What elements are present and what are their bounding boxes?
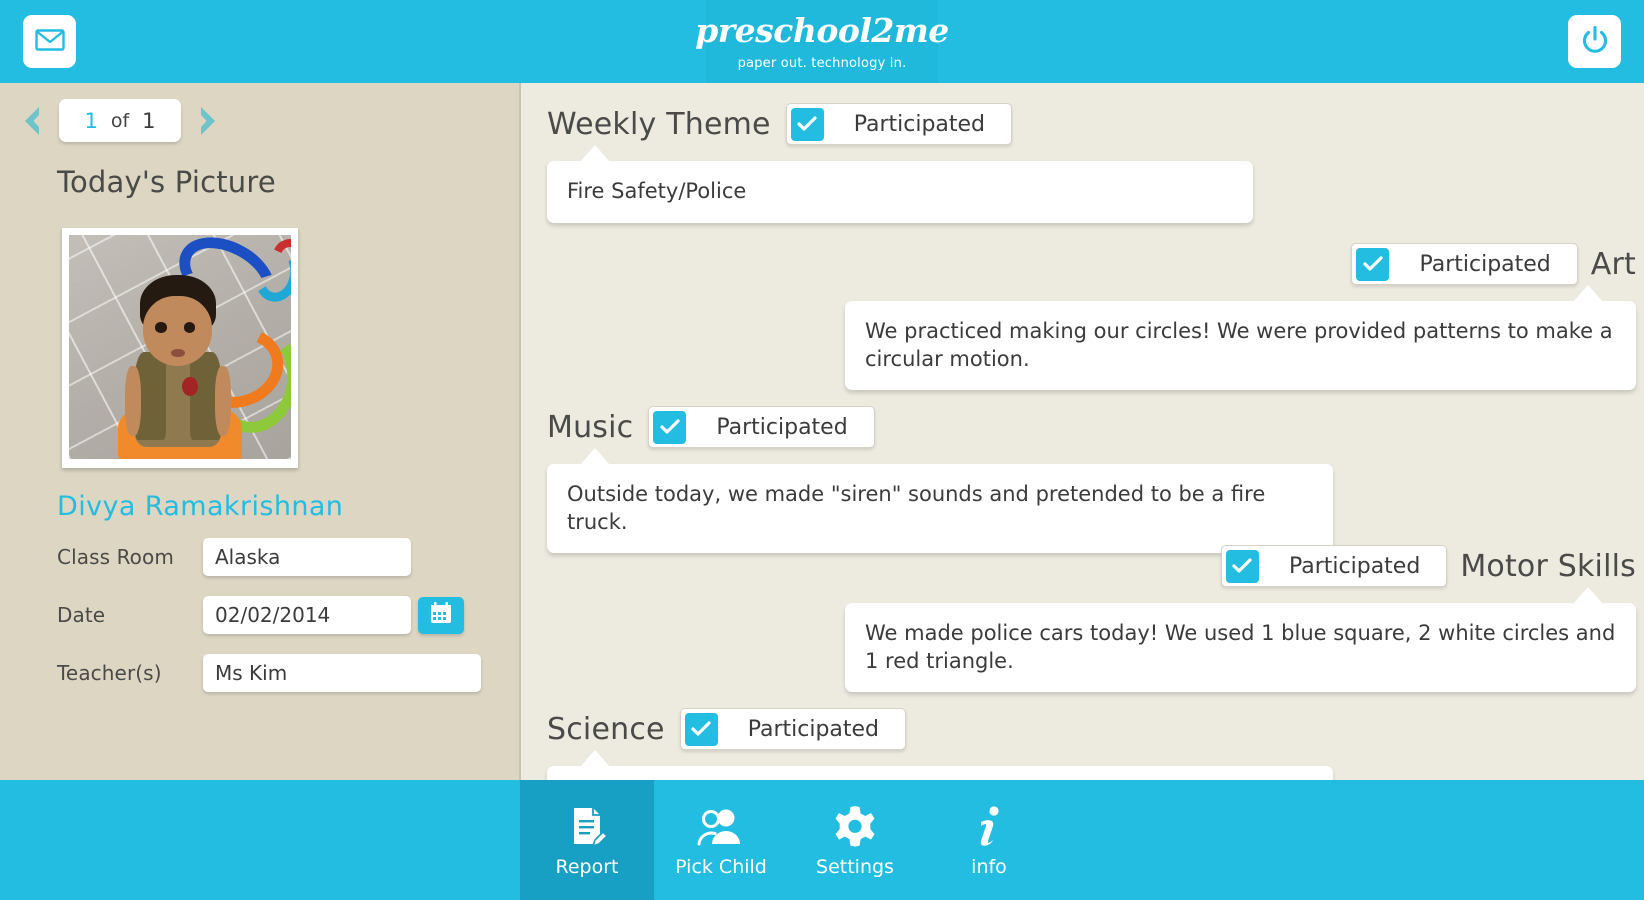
date-label: Date (57, 603, 106, 627)
motor-skills-header: Participated Motor Skills (523, 545, 1644, 587)
checkmark-icon (1225, 549, 1259, 583)
section-music: Music Participated Outside today, we mad… (523, 406, 1644, 554)
motor-skills-title: Motor Skills (1460, 548, 1636, 584)
science-participated-checkbox[interactable]: Participated (679, 708, 907, 750)
people-icon (696, 802, 746, 852)
nav-item-pick-child[interactable]: Pick Child (654, 780, 788, 900)
music-title: Music (547, 409, 634, 445)
weekly-theme-participated-label: Participated (853, 111, 986, 137)
child-figure (124, 275, 231, 450)
date-input[interactable] (203, 596, 411, 634)
teacher-input[interactable] (203, 654, 481, 692)
science-participated-label: Participated (747, 716, 880, 742)
weekly-theme-participated-checkbox[interactable]: Participated (785, 103, 1013, 145)
music-participated-checkbox[interactable]: Participated (648, 406, 875, 448)
todays-picture-photo[interactable] (62, 228, 298, 468)
power-button[interactable] (1568, 15, 1621, 68)
pager-next-button[interactable] (188, 102, 226, 140)
nav-label-settings: Settings (816, 856, 894, 878)
nav-item-report[interactable]: Report (520, 780, 654, 900)
science-header: Science Participated (523, 708, 1644, 750)
calendar-icon (429, 601, 453, 629)
weekly-theme-note[interactable]: Fire Safety/Police (547, 145, 1253, 223)
classroom-label: Class Room (57, 545, 174, 569)
report-main-panel: Weekly Theme Participated Fire Safety/Po… (523, 83, 1644, 780)
nav-label-pick-child: Pick Child (675, 856, 767, 878)
section-motor-skills: Participated Motor Skills We made police… (523, 545, 1644, 693)
art-title: Art (1590, 246, 1636, 282)
child-pager: 1 of 1 (14, 99, 226, 142)
section-art: Participated Art We practiced making our… (523, 243, 1644, 391)
classroom-field-row: Class Room (57, 538, 411, 576)
calendar-button[interactable] (418, 596, 464, 634)
pager-total: 1 (142, 108, 156, 133)
checkmark-icon (684, 712, 718, 746)
art-participated-checkbox[interactable]: Participated (1351, 243, 1578, 285)
classroom-input[interactable] (203, 538, 411, 576)
logo-backdrop (706, 0, 938, 83)
info-italic-i-icon (969, 802, 1009, 852)
pager-display[interactable]: 1 of 1 (59, 99, 181, 142)
checkmark-icon (653, 410, 687, 444)
checkmark-icon (790, 107, 824, 141)
science-title: Science (547, 711, 665, 747)
music-header: Music Participated (523, 406, 1644, 448)
todays-picture-title: Today's Picture (57, 165, 276, 199)
power-icon (1579, 24, 1611, 60)
nav-label-report: Report (555, 856, 619, 878)
pager-separator: of (110, 109, 130, 132)
weekly-theme-header: Weekly Theme Participated (523, 103, 1644, 145)
gear-icon (832, 802, 878, 852)
motor-skills-participated-label: Participated (1288, 553, 1421, 579)
teacher-label: Teacher(s) (57, 661, 162, 685)
app-root: preschool2me paper out. technology in. 1… (0, 0, 1644, 900)
section-science: Science Participated (523, 708, 1644, 780)
art-note[interactable]: We practiced making our circles! We were… (845, 284, 1636, 391)
photo-image (69, 235, 291, 459)
sidebar: 1 of 1 Today's Picture Divya Ramakrishna… (0, 83, 521, 780)
bottom-navigation-bar: Report Pick Child Settings info (0, 780, 1644, 900)
motor-skills-participated-checkbox[interactable]: Participated (1220, 545, 1448, 587)
mail-button[interactable] (23, 15, 76, 68)
bottom-nav-items: Report Pick Child Settings info (520, 780, 1056, 900)
date-field-row: Date (57, 596, 464, 634)
pager-current: 1 (84, 108, 98, 133)
report-document-pencil-icon (562, 802, 612, 852)
motor-skills-note[interactable]: We made police cars today! We used 1 blu… (845, 586, 1636, 693)
weekly-theme-title: Weekly Theme (547, 106, 771, 142)
art-header: Participated Art (523, 243, 1644, 285)
science-note[interactable] (547, 750, 1333, 780)
music-note[interactable]: Outside today, we made "siren" sounds an… (547, 447, 1333, 554)
app-header: preschool2me paper out. technology in. (0, 0, 1644, 83)
checkmark-icon (1356, 247, 1390, 281)
nav-label-info: info (971, 856, 1007, 878)
nav-item-settings[interactable]: Settings (788, 780, 922, 900)
section-weekly-theme: Weekly Theme Participated Fire Safety/Po… (523, 103, 1644, 223)
art-participated-label: Participated (1419, 251, 1551, 277)
music-participated-label: Participated (716, 414, 848, 440)
nav-item-info[interactable]: info (922, 780, 1056, 900)
teacher-field-row: Teacher(s) (57, 654, 481, 692)
mail-icon (34, 28, 65, 55)
child-name: Divya Ramakrishnan (57, 491, 344, 522)
pager-prev-button[interactable] (14, 102, 52, 140)
